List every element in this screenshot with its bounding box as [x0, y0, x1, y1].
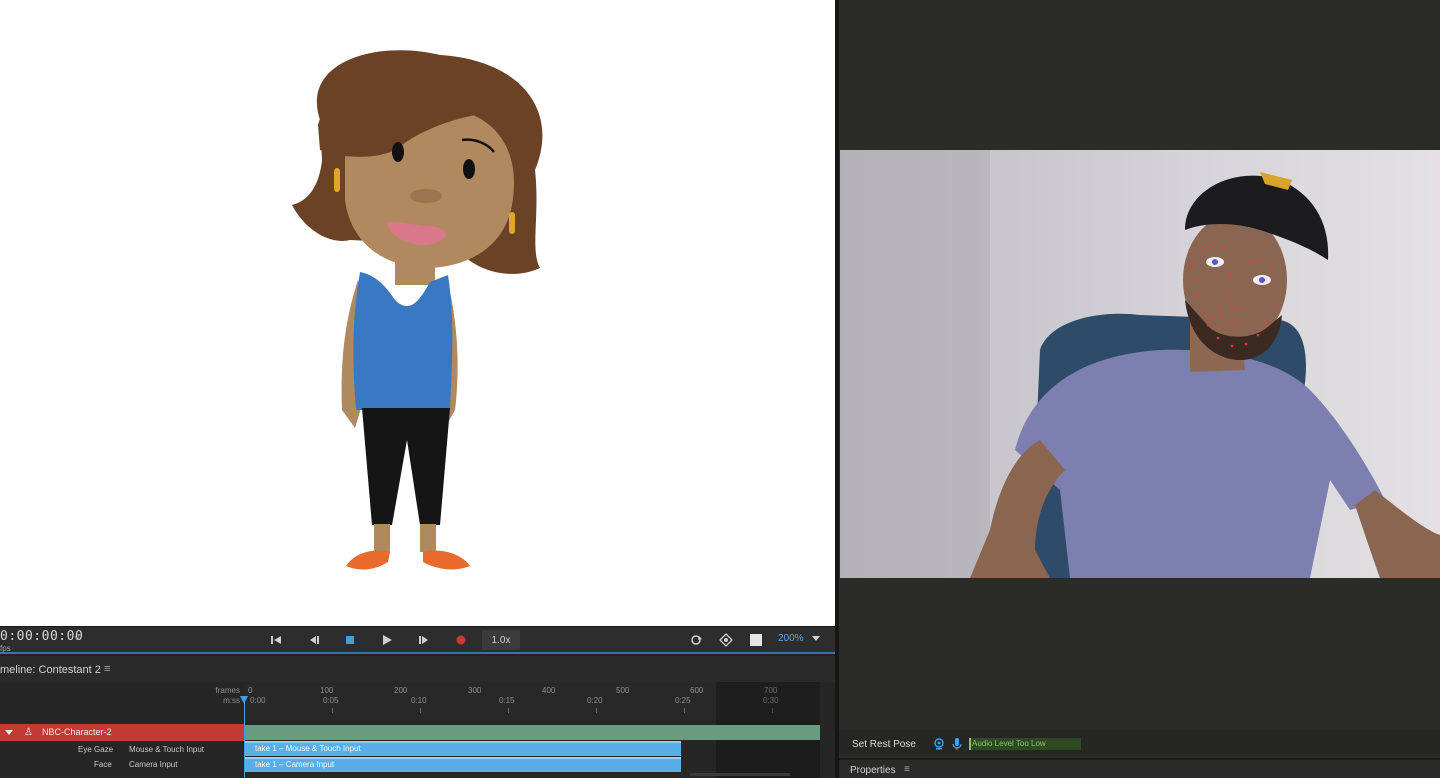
playback-speed[interactable]: 1.0x: [482, 630, 520, 650]
time-tick: 0:15: [499, 696, 515, 705]
ruler-tick: [508, 708, 509, 713]
timecode[interactable]: 0:00:00:00: [0, 629, 83, 644]
stop-icon[interactable]: [342, 632, 358, 648]
character-track-bar[interactable]: [245, 725, 820, 740]
audio-level-meter: Audio Level Too Low: [969, 738, 1081, 750]
properties-menu-icon[interactable]: ≡: [904, 764, 910, 775]
frame-tick: 500: [616, 686, 630, 695]
puppet-right-shoe: [423, 550, 470, 570]
timeline-header: meline: Contestant 2 ≡: [0, 656, 835, 682]
ruler-tick: [332, 708, 333, 713]
take-label: take 1 – Mouse & Touch Input: [255, 744, 361, 753]
ruler-tick: [684, 708, 685, 713]
puppet-left-earring: [334, 168, 340, 192]
puppet-left-shoe: [346, 550, 390, 570]
disclosure-triangle-icon[interactable]: [5, 730, 13, 735]
frame-tick: 300: [468, 686, 482, 695]
behavior-input: Mouse & Touch Input: [129, 745, 205, 754]
puppet-view-icon[interactable]: [718, 632, 734, 648]
playhead-handle[interactable]: [240, 696, 248, 704]
timeline-panel: meline: Contestant 2 ≡ frames m:ss 0 100…: [0, 656, 835, 778]
playhead[interactable]: [244, 696, 245, 778]
transport-bar: 0:00:00:00 0 fps 1.0x 200%: [0, 626, 835, 654]
puppet-right-eye: [463, 159, 475, 179]
timeline-zoom-slider[interactable]: [690, 773, 790, 776]
ruler-tick: [420, 708, 421, 713]
puppet-pants: [362, 408, 450, 525]
timecode-frames: 0: [75, 633, 80, 642]
frame-tick: 100: [320, 686, 334, 695]
camera-preview-image: [840, 150, 1440, 578]
timeline-title[interactable]: meline: Contestant 2: [0, 664, 101, 676]
camera-microphone-panel: Set Rest Pose Audio Level Too Low Proper…: [839, 0, 1440, 778]
puppet-illustration: [292, 50, 543, 570]
properties-panel-header: Properties ≡: [839, 758, 1440, 778]
properties-title[interactable]: Properties: [850, 765, 896, 776]
puppet-nose: [410, 189, 442, 203]
webcam-icon[interactable]: [933, 737, 945, 750]
puppet-tank-top: [353, 272, 453, 410]
step-forward-icon[interactable]: [416, 632, 432, 648]
puppet-left-leg: [374, 524, 390, 552]
time-tick: 0:00: [250, 696, 266, 705]
record-icon[interactable]: [453, 632, 469, 648]
camera-feed: [840, 150, 1440, 578]
go-to-start-icon[interactable]: [268, 632, 284, 648]
puppet-icon: ♙: [24, 727, 33, 738]
time-tick: 0:25: [675, 696, 691, 705]
puppet-left-eye: [392, 142, 404, 162]
fps-label: fps: [0, 644, 11, 653]
puppet-right-earring: [509, 212, 515, 234]
character-name: NBC-Character-2: [42, 727, 112, 737]
microphone-icon[interactable]: [951, 737, 963, 750]
time-tick: 0:05: [323, 696, 339, 705]
audio-level-indicator: [969, 738, 971, 750]
time-tick: 0:20: [587, 696, 603, 705]
take-bar-eye-gaze[interactable]: take 1 – Mouse & Touch Input: [245, 741, 681, 756]
step-back-icon[interactable]: [306, 632, 322, 648]
camera-controls-bar: Set Rest Pose Audio Level Too Low: [839, 730, 1440, 756]
behavior-name: Eye Gaze: [78, 745, 114, 754]
take-label: take 1 – Camera Input: [255, 760, 335, 769]
puppet-right-leg: [420, 524, 436, 552]
frame-tick: 0: [248, 686, 253, 695]
character-track-header[interactable]: ♙ NBC-Character-2: [0, 724, 244, 741]
take-bar-face[interactable]: take 1 – Camera Input: [245, 757, 681, 772]
zoom-level[interactable]: 200%: [778, 633, 804, 644]
background-color-icon[interactable]: [748, 632, 764, 648]
scene-panel[interactable]: [0, 0, 835, 626]
behavior-name: Face: [94, 760, 112, 769]
timeline-menu-icon[interactable]: ≡: [104, 663, 110, 675]
frame-tick: 400: [542, 686, 556, 695]
zoom-dropdown-icon[interactable]: [812, 636, 820, 641]
character-animator-window: 0:00:00:00 0 fps 1.0x 200% meline: Conte…: [0, 0, 1440, 778]
frame-tick: 600: [690, 686, 704, 695]
ruler-frames-label: frames: [215, 686, 240, 695]
frame-tick: 200: [394, 686, 408, 695]
loop-icon[interactable]: [688, 632, 704, 648]
play-icon[interactable]: [379, 632, 395, 648]
set-rest-pose-button[interactable]: Set Rest Pose: [852, 739, 916, 750]
ruler-tick: [596, 708, 597, 713]
behavior-input: Camera Input: [129, 760, 178, 769]
time-tick: 0:10: [411, 696, 427, 705]
ruler-time-label: m:ss: [223, 696, 240, 705]
